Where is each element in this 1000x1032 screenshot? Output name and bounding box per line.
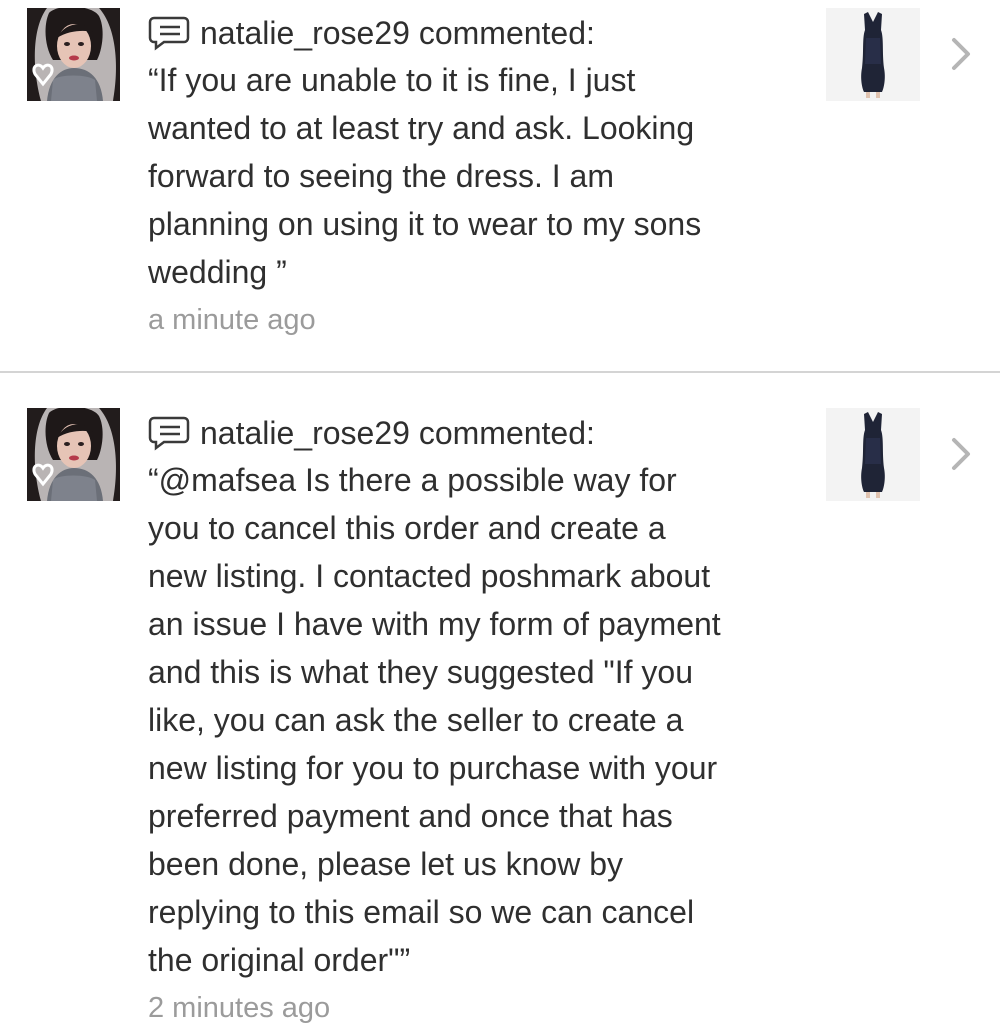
notification-headline: natalie_rose29 commented: bbox=[148, 10, 818, 56]
comment-text: “If you are unable to it is fine, I just… bbox=[148, 62, 702, 290]
username-link[interactable]: natalie_rose29 bbox=[200, 412, 410, 454]
notification-item[interactable]: natalie_rose29 commented: “If you are un… bbox=[0, 0, 1000, 371]
dress-thumbnail bbox=[826, 8, 920, 101]
comment-icon bbox=[148, 416, 190, 451]
dress-thumbnail bbox=[826, 408, 920, 501]
notification-headline: natalie_rose29 commented: bbox=[148, 410, 818, 456]
comment-icon bbox=[148, 16, 190, 51]
comment-text: “@mafsea Is there a possible way for you… bbox=[148, 462, 721, 978]
timestamp: a minute ago bbox=[148, 304, 316, 336]
user-avatar[interactable] bbox=[27, 8, 120, 101]
notification-feed: natalie_rose29 commented: “If you are un… bbox=[0, 0, 1000, 1024]
chevron-right-icon[interactable] bbox=[946, 36, 976, 72]
listing-thumbnail[interactable] bbox=[826, 8, 920, 101]
user-avatar-photo bbox=[27, 408, 120, 501]
user-avatar[interactable] bbox=[27, 408, 120, 501]
timestamp: 2 minutes ago bbox=[148, 992, 331, 1024]
chevron-right-icon[interactable] bbox=[946, 436, 976, 472]
username-link[interactable]: natalie_rose29 bbox=[200, 12, 410, 54]
user-avatar-photo bbox=[27, 8, 120, 101]
action-label: commented: bbox=[418, 415, 595, 451]
listing-thumbnail[interactable] bbox=[826, 408, 920, 501]
notification-item[interactable]: natalie_rose29 commented: “@mafsea Is th… bbox=[0, 400, 1000, 1024]
action-label: commented: bbox=[418, 15, 595, 51]
divider bbox=[0, 371, 1000, 373]
